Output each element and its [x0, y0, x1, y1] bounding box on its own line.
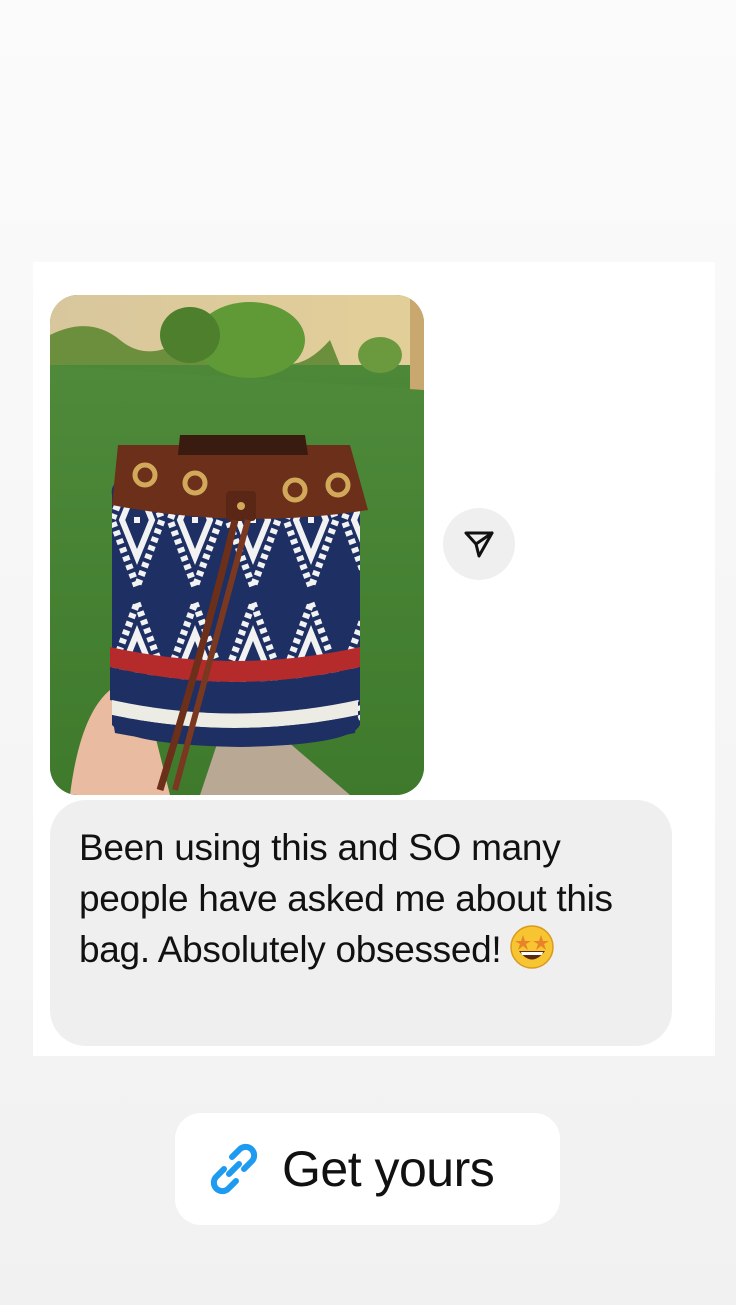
message-bubble: Been using this and SO many people have … [50, 800, 672, 1046]
message-text-wrap: Been using this and SO many people have … [79, 822, 642, 983]
link-icon [210, 1143, 258, 1195]
get-yours-link-sticker[interactable]: Get yours [175, 1113, 560, 1225]
send-icon [464, 531, 494, 558]
share-button[interactable] [443, 508, 515, 580]
dm-screenshot-card: Been using this and SO many people have … [33, 262, 715, 1056]
get-yours-label: Get yours [282, 1141, 495, 1197]
bucket-bag-photo [50, 295, 424, 795]
story-frame: Been using this and SO many people have … [0, 0, 736, 1305]
bag-photo-message[interactable] [50, 295, 424, 795]
star-struck-emoji [509, 924, 555, 983]
